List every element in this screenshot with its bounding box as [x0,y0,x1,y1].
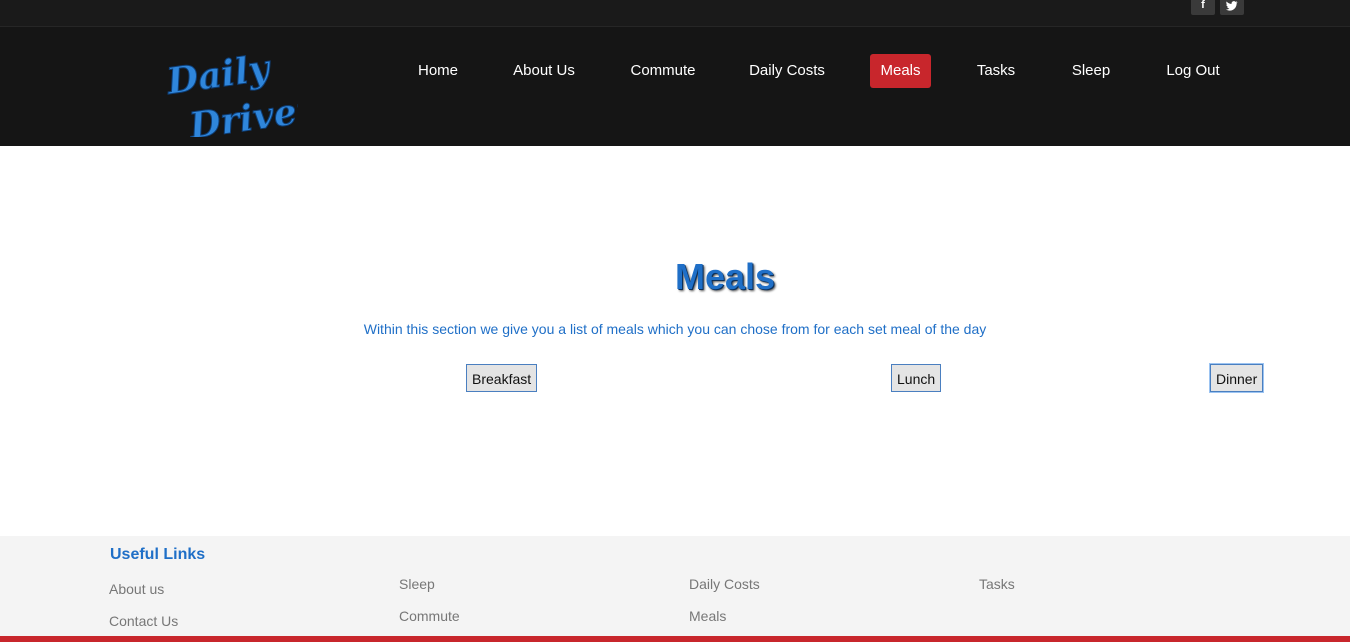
footer-link-commute[interactable]: Commute [399,608,460,624]
footer-link-sleep[interactable]: Sleep [399,576,435,592]
nav-sleep[interactable]: Sleep [1063,54,1119,88]
dinner-button[interactable]: Dinner [1210,364,1264,392]
daily-driver-logo[interactable]: Daily Driver [164,45,298,137]
footer-title: Useful Links [110,546,206,563]
twitter-icon[interactable] [1220,0,1244,15]
nav-commute[interactable]: Commute [623,54,703,88]
nav-daily-costs[interactable]: Daily Costs [743,54,831,88]
breakfast-button[interactable]: Breakfast [466,364,538,392]
lunch-button[interactable]: Lunch [891,364,942,392]
footer-link-about-us[interactable]: About us [109,581,164,597]
nav-home[interactable]: Home [410,54,466,88]
site-header: Daily Driver Home About Us Commute Daily… [0,27,1350,146]
footer-link-tasks[interactable]: Tasks [979,576,1015,592]
footer-link-daily-costs[interactable]: Daily Costs [689,576,760,592]
nav-log-out[interactable]: Log Out [1160,54,1226,88]
nav-tasks[interactable]: Tasks [969,54,1023,88]
footer: Useful Links About us Contact Us Sleep C… [0,536,1350,636]
facebook-icon[interactable]: f [1191,0,1215,15]
footer-accent-bar [0,636,1350,642]
intro-text: Within this section we give you a list o… [363,321,987,337]
nav-meals[interactable]: Meals [870,54,931,88]
page-title: Meals [674,256,776,297]
footer-link-meals[interactable]: Meals [689,608,726,624]
footer-link-contact-us[interactable]: Contact Us [109,613,178,629]
page-title-wrap: Meals [0,256,1350,298]
nav-about-us[interactable]: About Us [506,54,582,88]
svg-text:Daily: Daily [164,47,274,103]
top-bar: f [0,0,1350,27]
